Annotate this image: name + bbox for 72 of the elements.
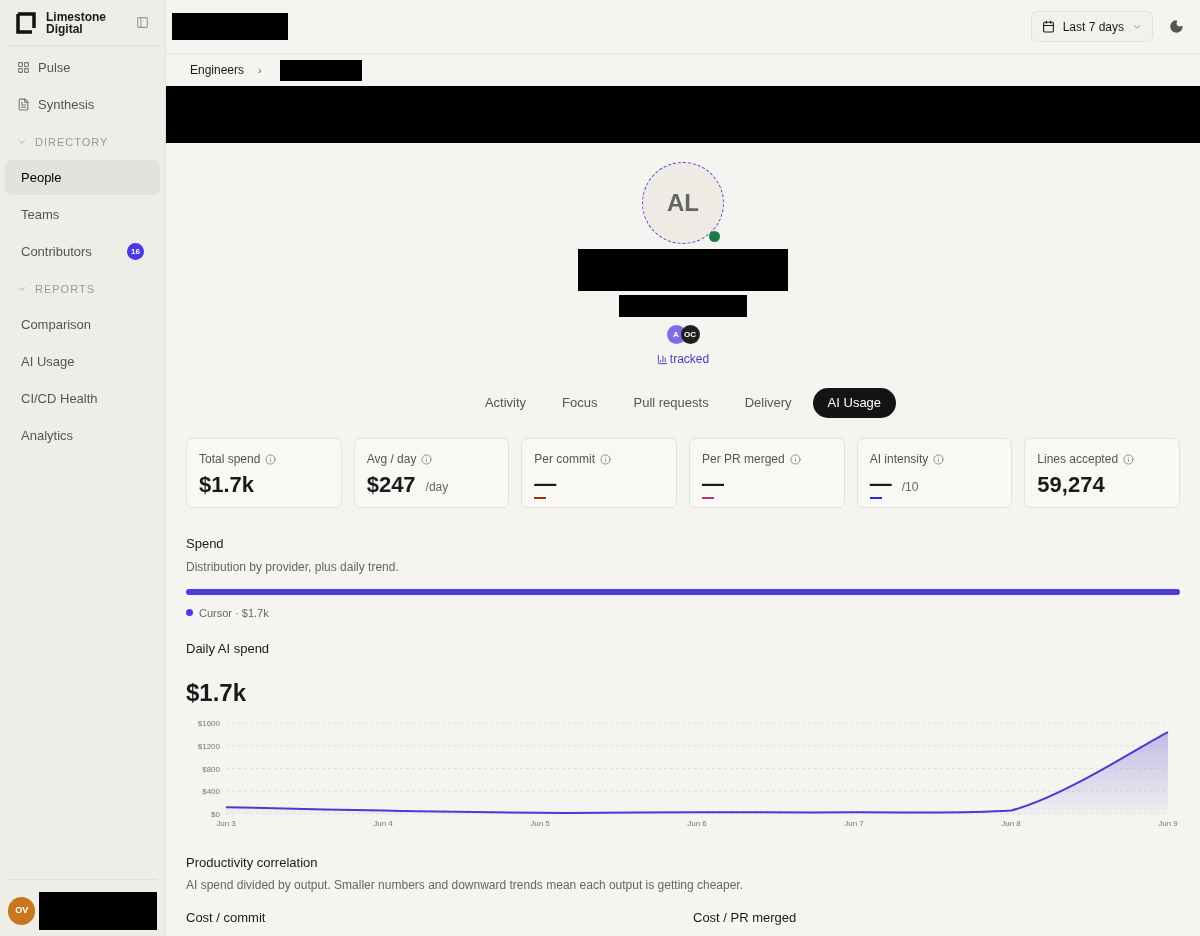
metric-unit: /10: [901, 479, 919, 496]
metric-unit: /day: [425, 479, 449, 496]
metric-value: —: [869, 471, 892, 497]
y-tick-label: $0: [211, 809, 220, 819]
dark-mode-icon[interactable]: [1169, 19, 1184, 34]
metric-label: Per PR merged: [702, 451, 785, 468]
y-tick-label: $1600: [197, 718, 220, 728]
breadcrumb-separator: ›: [258, 62, 262, 78]
x-tick-label: Jun 4: [373, 818, 393, 828]
profile-avatar: AL: [642, 162, 724, 244]
info-icon[interactable]: [421, 453, 433, 465]
bar-chart-icon: [656, 353, 668, 365]
tab[interactable]: Pull requests: [618, 388, 724, 418]
metric-value: —: [534, 471, 557, 497]
section-title: Daily AI spend: [186, 640, 271, 658]
info-icon[interactable]: [933, 453, 945, 465]
info-icon[interactable]: [600, 453, 611, 465]
metric-value: —: [702, 471, 724, 497]
total-value: $1.7k: [186, 677, 248, 708]
x-tick-label: Jun 8: [1001, 818, 1021, 828]
nav-item[interactable]: AI Usage: [5, 344, 160, 379]
section-subtitle: AI spend divided by output. Smaller numbers and downward trends mean each output is getting cheaper.: [186, 877, 744, 894]
tab[interactable]: AI Usage: [812, 388, 897, 418]
nav-item[interactable]: People: [5, 160, 160, 195]
x-tick-label: Jun 3: [216, 818, 236, 828]
section-subtitle: Distribution by provider, plus daily trend.: [186, 558, 400, 576]
nav-item[interactable]: CI/CD Health: [5, 381, 160, 416]
x-tick-label: Jun 9: [1158, 818, 1178, 828]
y-tick-label: $1200: [197, 741, 220, 751]
nav-item[interactable]: Analytics: [5, 418, 160, 453]
section-title: Spend: [186, 535, 225, 553]
x-tick-label: Jun 6: [687, 818, 707, 828]
metric-value: $247: [366, 471, 416, 499]
tracked-link[interactable]: tracked: [656, 350, 710, 368]
info-icon[interactable]: [789, 453, 801, 465]
metric-label: Avg / day: [366, 451, 417, 468]
y-tick-label: $400: [202, 786, 220, 796]
date-range-dropdown[interactable]: Last 7 days: [1030, 11, 1153, 42]
document-icon: [17, 98, 30, 111]
calendar-icon: [1041, 20, 1055, 33]
column-title: Cost / PR merged: [693, 909, 798, 927]
x-tick-label: Jun 5: [530, 818, 550, 828]
nav-item[interactable]: Pulse: [5, 50, 160, 85]
info-icon[interactable]: [265, 453, 277, 465]
grid-icon: [17, 61, 30, 74]
count-badge: 16: [127, 243, 144, 260]
nav-item[interactable]: Contributors 16: [5, 234, 160, 269]
section-title: Productivity correlation: [186, 853, 319, 872]
chevron-icon: [17, 284, 27, 294]
breadcrumb-link[interactable]: Engineers: [190, 61, 245, 79]
metric-value: 59,274: [1037, 471, 1105, 499]
logo-icon: [16, 11, 38, 34]
y-tick-label: $800: [202, 764, 220, 773]
legend-label: Cursor · $1.7k: [199, 605, 269, 621]
nav-item[interactable]: Comparison: [5, 307, 160, 342]
nav-item[interactable]: Synthesis: [5, 87, 160, 122]
tab[interactable]: Activity: [469, 388, 542, 418]
metric-label: Total spend: [199, 451, 261, 468]
metric-value: $1.7k: [199, 471, 255, 499]
sidebar-toggle-icon[interactable]: [136, 16, 149, 29]
column-title: Cost / commit: [186, 909, 267, 927]
x-tick-label: Jun 7: [844, 818, 864, 828]
source-avatar: OC: [680, 325, 700, 344]
chevron-icon: [17, 137, 27, 147]
metric-label: AI intensity: [869, 451, 929, 468]
tab[interactable]: Delivery: [729, 388, 807, 418]
brand-name: Limestone Digital: [46, 10, 106, 35]
metric-label: Lines accepted: [1037, 451, 1119, 468]
tab[interactable]: Focus: [547, 388, 613, 418]
info-icon[interactable]: [1123, 453, 1135, 465]
metric-label: Per commit: [534, 451, 595, 468]
nav-item[interactable]: Teams: [5, 197, 160, 232]
